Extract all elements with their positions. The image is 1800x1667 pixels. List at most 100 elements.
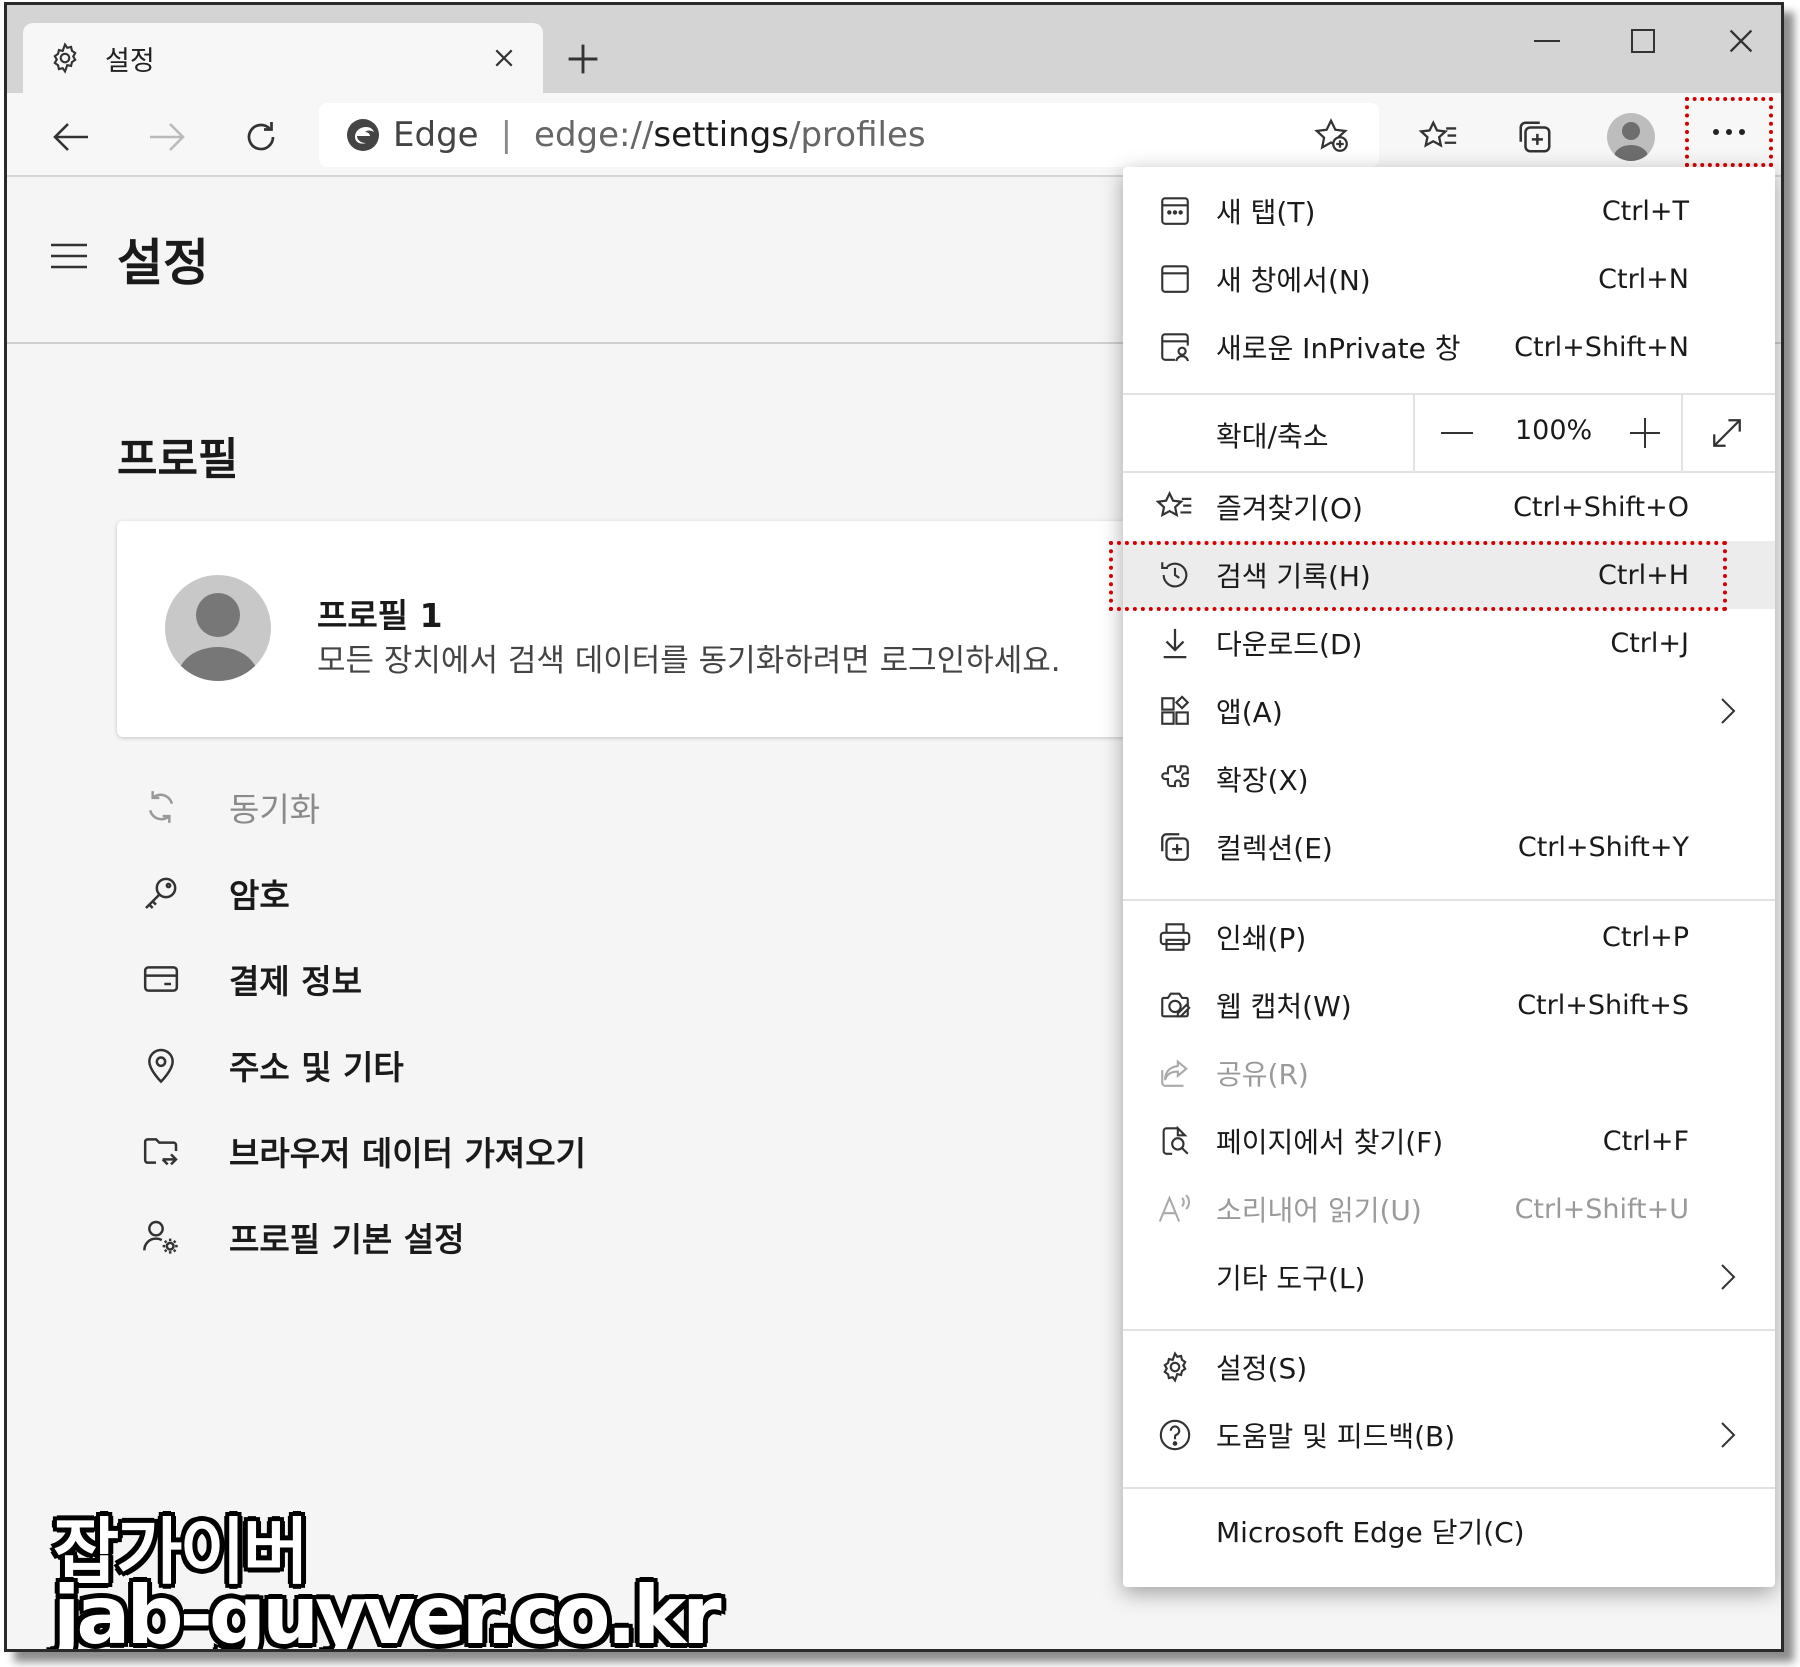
zoom-separator — [1681, 395, 1683, 471]
add-favorite-icon[interactable] — [1309, 113, 1353, 157]
history-highlight-annotation — [1109, 541, 1727, 611]
share-icon — [1153, 1051, 1197, 1095]
forward-button[interactable] — [139, 109, 195, 165]
address-separator: | — [500, 115, 513, 155]
section-title-profile: 프로필 — [117, 434, 239, 485]
avatar — [165, 575, 271, 681]
zoom-label: 확대/축소 — [1216, 420, 1329, 453]
menu-item-shortcut: Ctrl+Shift+S — [1517, 989, 1689, 1021]
help-icon — [1153, 1413, 1197, 1457]
download-icon — [1153, 621, 1197, 665]
nav-item-passwords[interactable]: 암호 — [137, 863, 837, 923]
menu-item-new-tab[interactable]: 새 탭(T) Ctrl+T — [1123, 177, 1775, 245]
menu-item-shortcut: Ctrl+Shift+O — [1513, 491, 1689, 523]
read-aloud-icon — [1153, 1187, 1197, 1231]
close-icon[interactable] — [485, 39, 523, 77]
menu-item-settings[interactable]: 설정(S) — [1123, 1333, 1775, 1401]
menu-item-print[interactable]: 인쇄(P) Ctrl+P — [1123, 903, 1775, 971]
profile-name: 프로필 1 — [317, 596, 443, 635]
menu-item-label: Microsoft Edge 닫기(C) — [1216, 1516, 1525, 1549]
menu-item-help-feedback[interactable]: 도움말 및 피드백(B) — [1123, 1401, 1775, 1469]
settings-and-more-button[interactable] — [1685, 97, 1773, 167]
browser-window: 설정 Edge | edge://settings/profiles 설정 프로… — [4, 2, 1784, 1652]
new-tab-icon — [1153, 189, 1197, 233]
nav-item-label: 프로필 기본 설정 — [229, 1220, 465, 1259]
menu-item-web-capture[interactable]: 웹 캡처(W) Ctrl+Shift+S — [1123, 971, 1775, 1039]
menu-item-label: 설정(S) — [1216, 1352, 1308, 1385]
nav-item-label: 브라우저 데이터 가져오기 — [229, 1134, 586, 1173]
menu-item-downloads[interactable]: 다운로드(D) Ctrl+J — [1123, 609, 1775, 677]
favorites-icon — [1153, 485, 1197, 529]
menu-item-label: 웹 캡처(W) — [1216, 990, 1352, 1023]
gear-icon — [45, 38, 85, 78]
menu-item-collections[interactable]: 컬렉션(E) Ctrl+Shift+Y — [1123, 813, 1775, 881]
minimize-icon[interactable] — [1515, 13, 1579, 69]
menu-item-shortcut: Ctrl+J — [1610, 627, 1689, 659]
menu-item-extensions[interactable]: 확장(X) — [1123, 745, 1775, 813]
page-title: 설정 — [117, 234, 209, 292]
menu-item-close-edge[interactable]: Microsoft Edge 닫기(C) — [1123, 1497, 1775, 1565]
address-bar[interactable]: Edge | edge://settings/profiles — [319, 103, 1379, 167]
menu-item-share[interactable]: 공유(R) — [1123, 1039, 1775, 1107]
menu-item-more-tools[interactable]: 기타 도구(L) — [1123, 1243, 1775, 1311]
apps-icon — [1153, 689, 1197, 733]
menu-item-label: 확장(X) — [1216, 764, 1309, 797]
menu-item-read-aloud[interactable]: 소리내어 읽기(U) Ctrl+Shift+U — [1123, 1175, 1775, 1243]
menu-divider — [1123, 1487, 1775, 1489]
zoom-out-button[interactable] — [1435, 411, 1479, 455]
fullscreen-icon[interactable] — [1705, 411, 1749, 455]
profile-avatar-button[interactable] — [1603, 109, 1659, 165]
tab-settings[interactable]: 설정 — [23, 23, 543, 93]
menu-item-shortcut: Ctrl+Shift+U — [1514, 1193, 1689, 1225]
profile-card[interactable]: 프로필 1 모든 장치에서 검색 데이터를 동기화하려면 로그인하세요. — [117, 521, 1217, 737]
menu-item-shortcut: Ctrl+T — [1601, 195, 1689, 227]
chevron-right-icon — [1713, 1420, 1743, 1450]
menu-item-favorites[interactable]: 즐겨찾기(O) Ctrl+Shift+O — [1123, 473, 1775, 541]
new-tab-button[interactable] — [559, 35, 607, 83]
zoom-row: 확대/축소 100% — [1123, 395, 1775, 471]
menu-item-label: 다운로드(D) — [1216, 628, 1363, 661]
nav-item-payment-info[interactable]: 결제 정보 — [137, 949, 837, 1009]
inprivate-icon — [1153, 325, 1197, 369]
menu-item-label: 새 창에서(N) — [1216, 264, 1371, 297]
menu-item-label: 도움말 및 피드백(B) — [1216, 1420, 1456, 1453]
menu-item-new-window[interactable]: 새 창에서(N) Ctrl+N — [1123, 245, 1775, 313]
close-window-icon[interactable] — [1709, 13, 1773, 69]
menu-item-inprivate[interactable]: 새로운 InPrivate 창 Ctrl+Shift+N — [1123, 313, 1775, 381]
extensions-icon — [1153, 757, 1197, 801]
import-folder-icon — [137, 1127, 185, 1175]
toolbar: Edge | edge://settings/profiles — [7, 93, 1781, 177]
menu-item-shortcut: Ctrl+Shift+N — [1514, 331, 1689, 363]
hamburger-menu-icon[interactable] — [49, 241, 89, 277]
zoom-separator — [1413, 395, 1415, 471]
back-button[interactable] — [43, 109, 99, 165]
nav-item-label: 동기화 — [229, 790, 321, 829]
menu-item-find-in-page[interactable]: 페이지에서 찾기(F) Ctrl+F — [1123, 1107, 1775, 1175]
edge-brand-label: Edge — [393, 115, 479, 155]
chevron-right-icon — [1713, 1262, 1743, 1292]
watermark-url: jab-guyver.co.kr — [53, 1569, 722, 1652]
menu-item-label: 기타 도구(L) — [1216, 1262, 1366, 1295]
menu-item-label: 인쇄(P) — [1216, 922, 1307, 955]
menu-item-shortcut: Ctrl+N — [1598, 263, 1689, 295]
nav-item-profile-preferences[interactable]: 프로필 기본 설정 — [137, 1207, 837, 1267]
maximize-icon[interactable] — [1611, 13, 1675, 69]
menu-item-apps[interactable]: 앱(A) — [1123, 677, 1775, 745]
gear-icon — [1153, 1345, 1197, 1389]
menu-item-label: 앱(A) — [1216, 696, 1283, 729]
nav-item-addresses[interactable]: 주소 및 기타 — [137, 1035, 837, 1095]
nav-item-sync[interactable]: 동기화 — [137, 777, 837, 837]
print-icon — [1153, 915, 1197, 959]
zoom-in-button[interactable] — [1623, 411, 1667, 455]
menu-item-label: 페이지에서 찾기(F) — [1216, 1126, 1444, 1159]
sync-icon — [137, 783, 185, 831]
collections-icon — [1153, 825, 1197, 869]
refresh-button[interactable] — [233, 109, 289, 165]
nav-item-label: 주소 및 기타 — [229, 1048, 404, 1087]
settings-and-more-menu: 새 탭(T) Ctrl+T 새 창에서(N) Ctrl+N 새로운 InPriv… — [1123, 167, 1775, 1587]
favorites-icon[interactable] — [1411, 109, 1467, 165]
edge-logo-icon — [345, 117, 381, 153]
nav-item-label: 암호 — [229, 876, 290, 915]
nav-item-import-data[interactable]: 브라우저 데이터 가져오기 — [137, 1121, 837, 1181]
collections-icon[interactable] — [1507, 109, 1563, 165]
